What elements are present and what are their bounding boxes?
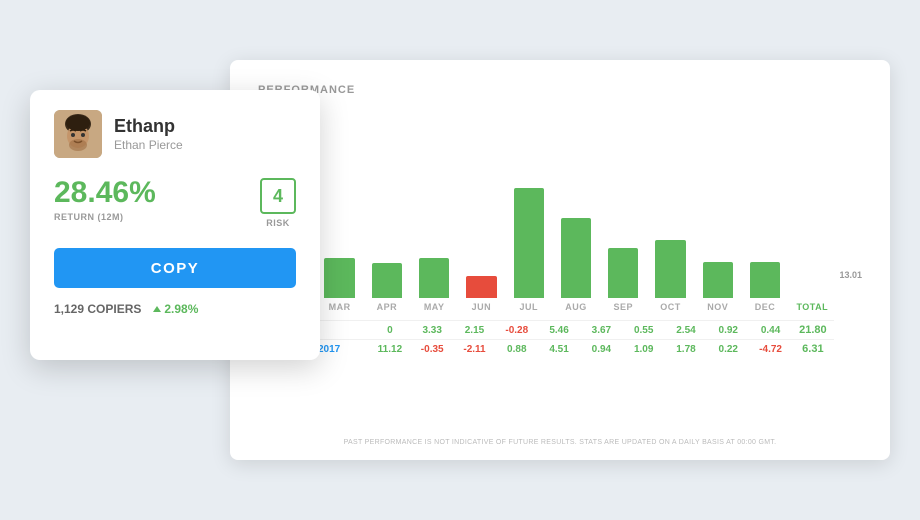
stats-row: 28.46% RETURN (12M) 4 RISK: [54, 178, 296, 228]
user-info: Ethanp Ethan Pierce: [54, 110, 296, 158]
month-nov: NOV: [707, 302, 728, 312]
bar-aug: [561, 218, 591, 298]
cell-mar-2017: -2.11: [453, 344, 495, 355]
cell-dec-2018: 0.44: [749, 325, 791, 336]
chart-col-dec: DEC: [743, 152, 786, 312]
data-row-2017: 2017 11.12 -0.35 -2.11 0.88 4.51 0.94 1.…: [318, 339, 834, 358]
performance-title: PERFORMANCE: [258, 84, 862, 96]
copiers-row: 1,129 COPIERS 2.98%: [54, 302, 296, 316]
data-row-2018: 0 3.33 2.15 -0.28 5.46 3.67 0.55 2.54 0.…: [318, 320, 834, 339]
return-label: RETURN (12M): [54, 212, 156, 222]
copiers-return-value: 2.98%: [164, 302, 198, 316]
cell-apr-2017: 0.88: [496, 344, 538, 355]
cell-mar-2018: 0: [369, 325, 411, 336]
cell-apr-2018: 3.33: [411, 325, 453, 336]
data-table: 0 3.33 2.15 -0.28 5.46 3.67 0.55 2.54 0.…: [258, 320, 862, 358]
total-label: TOTAL: [796, 302, 828, 312]
cell-jul-2018: 5.46: [538, 325, 580, 336]
chart-col-may: MAY: [413, 152, 456, 312]
month-jun: JUN: [472, 302, 492, 312]
month-sep: SEP: [613, 302, 633, 312]
cell-may-2017: 4.51: [538, 344, 580, 355]
copiers-return: 2.98%: [153, 302, 198, 316]
bar-oct: [655, 240, 685, 298]
month-may: MAY: [424, 302, 445, 312]
chart-col-jul: JUL: [507, 152, 550, 312]
cell-total-2017: 6.31: [792, 343, 834, 355]
username: Ethanp: [114, 116, 183, 138]
cell-may-2018: 2.15: [453, 325, 495, 336]
user-names: Ethanp Ethan Pierce: [114, 116, 183, 152]
month-mar: MAR: [329, 302, 351, 312]
cell-oct-2017: -4.72: [749, 344, 791, 355]
avatar-image: [54, 110, 102, 158]
risk-label: RISK: [266, 218, 290, 228]
chart-col-total: TOTAL: [791, 152, 834, 312]
performance-card: PERFORMANCE MAR APR MAY: [230, 60, 890, 460]
month-dec: DEC: [755, 302, 776, 312]
disclaimer-text: PAST PERFORMANCE IS NOT INDICATIVE OF FU…: [344, 439, 777, 446]
avatar: [54, 110, 102, 158]
chart-col-oct: OCT: [649, 152, 692, 312]
cell-nov-2018: 0.92: [707, 325, 749, 336]
chart-bars: MAR APR MAY JUN: [318, 152, 834, 312]
bar-dec: [750, 262, 780, 298]
month-oct: OCT: [660, 302, 681, 312]
fullname: Ethan Pierce: [114, 138, 183, 152]
month-aug: AUG: [565, 302, 587, 312]
chart-col-apr: APR: [365, 152, 408, 312]
chart-col-jun: JUN: [460, 152, 503, 312]
cell-aug-2017: 1.78: [665, 344, 707, 355]
bar-jun: [466, 276, 496, 298]
bar-mar: [324, 258, 354, 298]
bar-jul: [514, 188, 544, 298]
bar-may: [419, 258, 449, 298]
bar-sep: [608, 248, 638, 298]
cell-feb-2017: -0.35: [411, 344, 453, 355]
chart-col-aug: AUG: [554, 152, 597, 312]
cell-sep-2017: 0.22: [707, 344, 749, 355]
risk-badge: 4: [260, 178, 296, 214]
cell-oct-2018: 2.54: [665, 325, 707, 336]
cell-aug-2018: 3.67: [580, 325, 622, 336]
chart-col-mar: MAR: [318, 152, 361, 312]
total-2018-value: 13.01: [839, 270, 862, 280]
month-apr: APR: [377, 302, 398, 312]
risk-box: 4 RISK: [260, 178, 296, 228]
cell-jun-2017: 0.94: [580, 344, 622, 355]
bar-nov: [703, 262, 733, 298]
cell-sep-2018: 0.55: [623, 325, 665, 336]
bar-apr: [372, 263, 402, 298]
cell-jul-2017: 1.09: [623, 344, 665, 355]
chart-col-nov: NOV: [696, 152, 739, 312]
chart-col-sep: SEP: [602, 152, 645, 312]
cell-jun-2018: -0.28: [496, 325, 538, 336]
year-2017: 2017: [318, 344, 369, 355]
profile-card: Ethanp Ethan Pierce 28.46% RETURN (12M) …: [30, 90, 320, 360]
cell-jan-2017: 11.12: [369, 344, 411, 355]
copy-button[interactable]: COPY: [54, 248, 296, 288]
arrow-up-icon: [153, 306, 161, 312]
cell-total-2018: 21.80: [792, 324, 834, 336]
return-stats: 28.46% RETURN (12M): [54, 178, 156, 222]
copiers-count: 1,129 COPIERS: [54, 302, 141, 316]
return-value: 28.46%: [54, 178, 156, 208]
month-jul: JUL: [519, 302, 538, 312]
